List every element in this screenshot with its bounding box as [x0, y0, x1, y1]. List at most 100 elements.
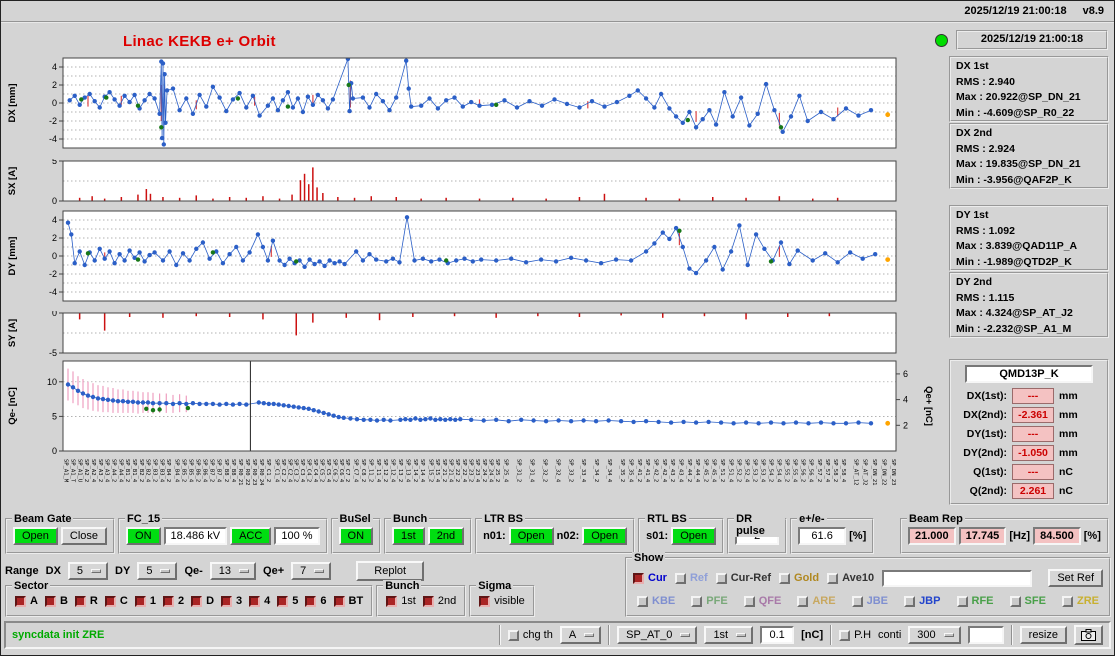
repeat-count-select[interactable]: 300 — [908, 626, 961, 644]
sector-toggle-d[interactable]: D — [191, 595, 214, 607]
sector-label: 5 — [292, 595, 299, 607]
show-jbe-toggle[interactable]: JBE — [851, 595, 888, 607]
beam-gate-open-button[interactable]: Open — [13, 527, 58, 545]
svg-text:SP_C8_2: SP_C8_2 — [360, 459, 366, 482]
bunch-1st-button[interactable]: 1st — [392, 527, 425, 545]
svg-text:SP_53_2: SP_53_2 — [752, 459, 758, 482]
bpm-selector[interactable]: QMD13P_K — [965, 365, 1093, 383]
sector-select[interactable]: A — [559, 626, 602, 644]
checkbox — [422, 595, 434, 607]
bunch-2nd-toggle[interactable]: 2nd — [422, 595, 456, 607]
beam-rep-value-2: 17.745 — [958, 527, 1007, 545]
show-are-toggle[interactable]: ARE — [797, 595, 836, 607]
show-cur-ref-toggle[interactable]: Cur-Ref — [715, 572, 771, 584]
svg-text:SP_R0_21: SP_R0_21 — [237, 459, 243, 486]
sector-toggle-b[interactable]: B — [44, 595, 68, 607]
show-zre-toggle[interactable]: ZRE — [1061, 595, 1099, 607]
beam-gate-close-button[interactable]: Close — [60, 527, 108, 545]
bpm-name-select[interactable]: SP_AT_0 — [617, 626, 698, 644]
show-sfe-toggle[interactable]: SFE — [1009, 595, 1046, 607]
show-pfe-toggle[interactable]: PFE — [691, 595, 728, 607]
aux-input[interactable] — [967, 626, 1004, 644]
group-legend: Beam Gate — [12, 513, 74, 525]
ltr-n01-label: n01: — [483, 530, 506, 542]
bunch-2nd-button[interactable]: 2nd — [427, 527, 465, 545]
checkbox — [956, 595, 968, 607]
svg-text:SP_AT_12: SP_AT_12 — [852, 459, 858, 486]
ltr-n01-open-button[interactable]: Open — [508, 527, 554, 545]
bunch-select[interactable]: 1st — [704, 626, 754, 644]
sector-toggle-6[interactable]: 6 — [305, 595, 327, 607]
range-dy-select[interactable]: 5 — [137, 562, 178, 580]
show-qfe-toggle[interactable]: QFE — [743, 595, 781, 607]
resize-button[interactable]: resize — [1019, 626, 1067, 644]
sector-toggle-4[interactable]: 4 — [249, 595, 270, 607]
ltr-n02-open-button[interactable]: Open — [582, 527, 628, 545]
sector-toggle-2[interactable]: 2 — [162, 595, 185, 607]
checkbox — [779, 572, 791, 584]
show-ref-toggle[interactable]: Ref — [674, 572, 708, 584]
sector-label: 2 — [177, 595, 185, 607]
range-qem-select[interactable]: 13 — [209, 562, 257, 580]
sigma-label: visible — [494, 595, 525, 607]
bunch-group: Bunch 1st 2nd — [384, 513, 473, 554]
range-dx-select[interactable]: 5 — [67, 562, 109, 580]
svg-text:SP_DN_23: SP_DN_23 — [890, 459, 896, 486]
svg-text:SP_22_2: SP_22_2 — [454, 459, 460, 482]
sector-toggle-c[interactable]: C — [104, 595, 128, 607]
set-ref-button[interactable]: Set Ref — [1048, 569, 1103, 587]
menu-dash-icon — [160, 569, 171, 573]
svg-text:SP_A4_2: SP_A4_2 — [111, 459, 117, 482]
threshold-input[interactable]: 0.1 — [760, 626, 795, 644]
separator — [1010, 625, 1013, 645]
sector-row: Sector A B R C 1 2 D 3 4 5 6 BT Bunch 1s… — [5, 580, 535, 617]
replot-button[interactable]: Replot — [356, 561, 425, 581]
sector-toggle-1[interactable]: 1 — [134, 595, 156, 607]
stat-rms: RMS : 1.115 — [956, 291, 1015, 304]
range-qep-select[interactable]: 7 — [291, 562, 332, 580]
busel-on-button[interactable]: ON — [338, 527, 374, 545]
fc15-on-button[interactable]: ON — [126, 527, 161, 545]
sector-toggle-3[interactable]: 3 — [221, 595, 242, 607]
stat-max: Max : 4.324@SP_AT_J2 — [956, 307, 1073, 319]
svg-text:SP_B5_2: SP_B5_2 — [181, 459, 187, 482]
sigma-visible-toggle[interactable]: visible — [479, 595, 525, 607]
titlebar-datetime: 2025/12/19 21:00:18 — [964, 5, 1067, 17]
sector-toggle-5[interactable]: 5 — [277, 595, 298, 607]
sector-select-value: A — [568, 629, 577, 641]
show-rfe-toggle[interactable]: RFE — [956, 595, 994, 607]
svg-text:SP_52_2: SP_52_2 — [735, 459, 741, 482]
conti-label: conti — [878, 629, 902, 641]
sector-label: BT — [348, 595, 364, 607]
checkbox — [507, 629, 519, 641]
sector-toggle-r[interactable]: R — [74, 595, 98, 607]
plots-area: 4 2 0 -2 -4 DX [mm] 5 0 SX [A] 4 2 0 -2 -4 DY [mm] 0… — [1, 56, 941, 521]
stat-min: Min : -4.609@SP_R0_22 — [956, 106, 1075, 119]
monitor-row: DY(1st): --- mm — [955, 424, 1103, 443]
rtl-s01-open-button[interactable]: Open — [671, 527, 717, 545]
svg-text:SP_A1_M: SP_A1_M — [63, 459, 69, 483]
chg-th-toggle[interactable]: chg th — [507, 629, 553, 641]
svg-text:SP_B1_2: SP_B1_2 — [124, 459, 130, 482]
show-gold-toggle[interactable]: Gold — [779, 572, 819, 584]
bunch-1st-toggle[interactable]: 1st — [386, 595, 416, 607]
sector-toggle-a[interactable]: A — [15, 595, 38, 607]
svg-text:SP_41_4: SP_41_4 — [644, 459, 650, 483]
fc15-acc-button[interactable]: ACC — [230, 527, 272, 545]
svg-text:SP_11_2: SP_11_2 — [367, 459, 373, 482]
show-kbe-toggle[interactable]: KBE — [637, 595, 675, 607]
show-jbp-toggle[interactable]: JBP — [904, 595, 940, 607]
snapshot-button[interactable] — [1074, 625, 1103, 645]
stat-max: Max : 20.922@SP_DN_21 — [956, 91, 1081, 103]
svg-text:SP_B7_2: SP_B7_2 — [209, 459, 215, 482]
menu-dash-icon — [239, 569, 250, 573]
svg-text:SP_35_4: SP_35_4 — [627, 459, 633, 483]
svg-text:SP_31_2: SP_31_2 — [515, 459, 521, 482]
ref-name-input[interactable] — [882, 569, 1033, 587]
show-ave10-toggle[interactable]: Ave10 — [827, 572, 874, 584]
ph-toggle[interactable]: P.H — [839, 629, 871, 641]
busel-group: BuSel ON — [330, 513, 382, 554]
svg-text:SP_C2_2: SP_C2_2 — [280, 459, 286, 482]
show-cur-toggle[interactable]: Cur — [633, 572, 667, 584]
sector-toggle-bt[interactable]: BT — [333, 595, 364, 607]
